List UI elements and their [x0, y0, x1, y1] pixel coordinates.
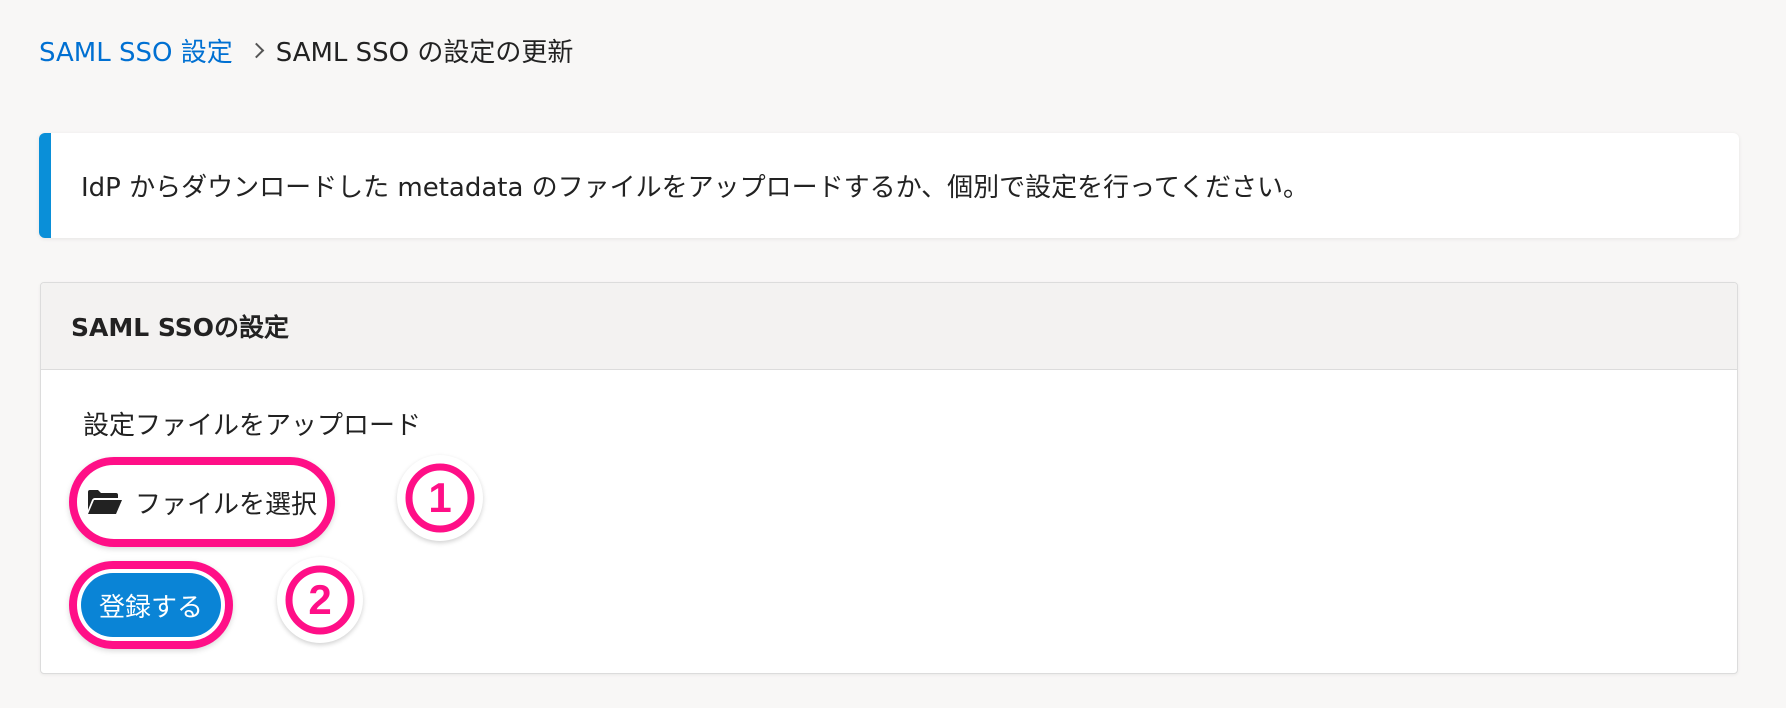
choose-file-label: ファイルを選択	[134, 489, 317, 520]
step-2-badge: 2	[277, 557, 363, 643]
step-1-number: 1	[428, 474, 451, 521]
circled-number-icon: 1	[405, 463, 475, 533]
choose-file-button[interactable]: ファイルを選択	[85, 471, 319, 533]
register-button[interactable]: 登録する	[81, 573, 221, 637]
breadcrumb-link-saml-sso-settings[interactable]: SAML SSO 設定	[39, 32, 233, 69]
upload-label: 設定ファイルをアップロード	[83, 411, 422, 441]
card-header: SAML SSOの設定	[41, 283, 1737, 370]
step-1-badge: 1	[397, 455, 483, 541]
circled-number-icon: 2	[285, 565, 355, 635]
card-title: SAML SSOの設定	[71, 313, 290, 342]
file-button-highlight: ファイルを選択	[69, 457, 335, 547]
folder-open-icon	[87, 490, 122, 514]
breadcrumb: SAML SSO 設定 SAML SSO の設定の更新	[39, 28, 573, 72]
info-notice: IdP からダウンロードした metadata のファイルをアップロードするか、…	[39, 133, 1739, 238]
step-2-number: 2	[308, 576, 331, 623]
breadcrumb-current-page: SAML SSO の設定の更新	[275, 37, 574, 68]
saml-settings-card: SAML SSOの設定 設定ファイルをアップロード ファイルを選択 1 登録する…	[40, 282, 1738, 674]
info-message: IdP からダウンロードした metadata のファイルをアップロードするか、…	[81, 173, 1310, 203]
submit-button-highlight: 登録する	[69, 561, 233, 649]
info-accent-bar	[39, 133, 51, 238]
chevron-right-icon	[248, 42, 264, 58]
